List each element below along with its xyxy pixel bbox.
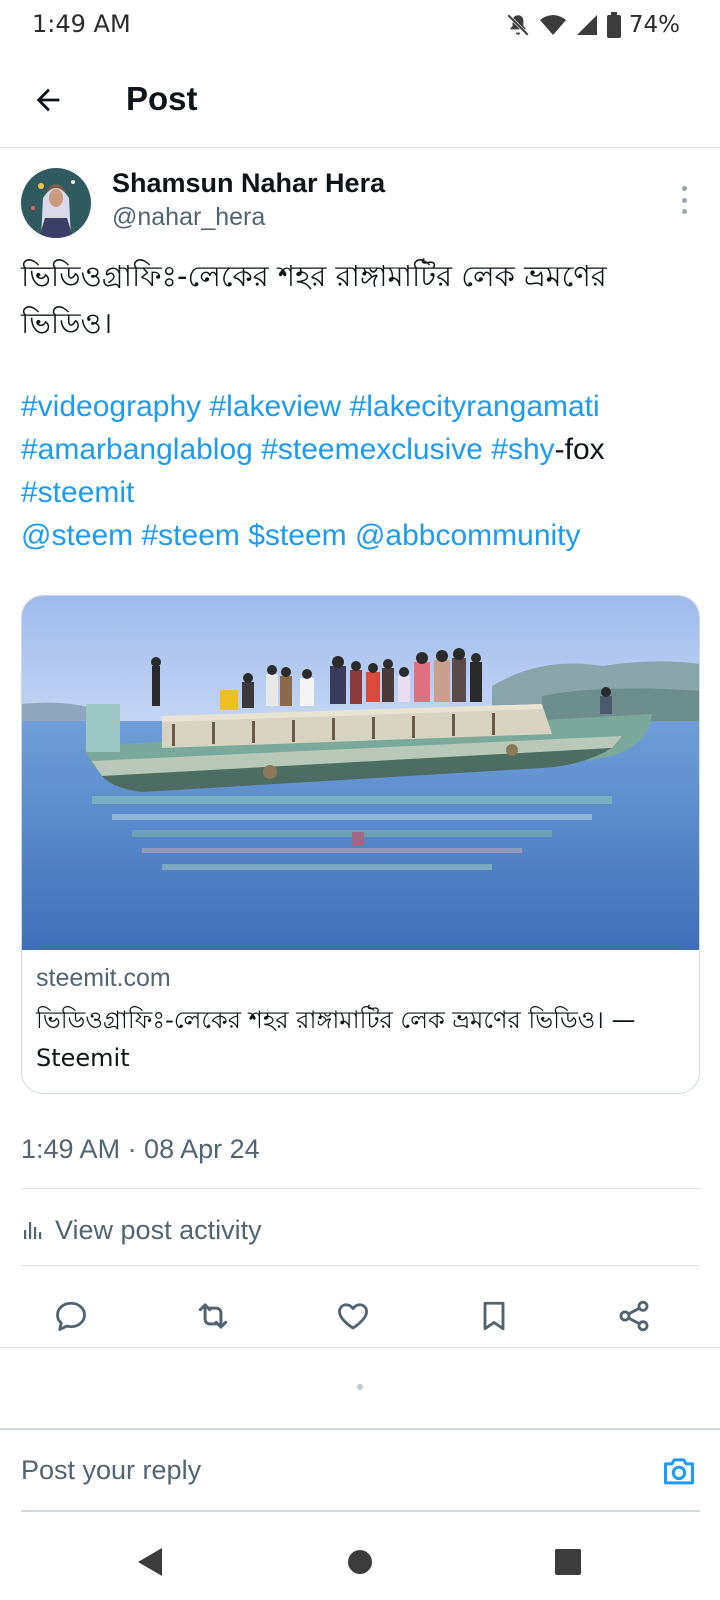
post-text-line: ভিডিও। <box>21 306 113 340</box>
cashtag-link[interactable]: $steem <box>248 519 346 552</box>
more-vertical-icon-dot <box>681 209 687 214</box>
hashtag-link[interactable]: #steemexclusive <box>261 433 483 466</box>
camera-icon <box>664 1458 694 1485</box>
bell-off-icon <box>505 12 531 38</box>
like-button[interactable] <box>323 1286 383 1346</box>
divider <box>21 1265 700 1266</box>
bookmark-button[interactable] <box>464 1286 524 1346</box>
hashtag-link[interactable]: #steem <box>142 519 240 552</box>
hashtag-suffix-text: -fox <box>554 433 605 466</box>
triangle-back-icon <box>138 1548 162 1576</box>
mention-link[interactable]: @abbcommunity <box>355 519 581 552</box>
reply-input-underline <box>21 1510 700 1512</box>
view-post-activity-link[interactable]: View post activity <box>21 1210 262 1250</box>
post-hashtags: #videography #lakeview #lakecityrangamat… <box>21 385 711 557</box>
hashtag-link[interactable]: #videography <box>21 390 201 423</box>
like-icon <box>338 1303 368 1330</box>
page-title: Post <box>126 80 198 117</box>
wifi-icon <box>539 13 567 37</box>
link-preview-image <box>22 596 699 950</box>
status-time: 1:49 AM <box>32 10 131 38</box>
status-icons: 74% <box>505 12 680 38</box>
square-recents-icon <box>555 1549 581 1575</box>
hashtag-link[interactable]: #lakecityrangamati <box>350 390 600 423</box>
cellular-signal-icon <box>575 13 599 37</box>
post-text: ভিডিওগ্রাফিঃ-লেকের শহর রাঙ্গামাটির লেক ভ… <box>21 253 701 347</box>
hashtag-link[interactable]: #amarbanglablog <box>21 433 253 466</box>
reply-composer <box>0 1428 720 1512</box>
repost-icon <box>198 1303 228 1329</box>
link-card-title: ভিডিওগ্রাফিঃ-লেকের শহর রাঙ্গামাটির লেক ভ… <box>36 1006 636 1072</box>
status-bar: 1:49 AM 74% <box>0 0 720 52</box>
post-timestamp: 1:49 AM · 08 Apr 24 <box>21 1134 260 1164</box>
more-vertical-icon-dot <box>681 197 687 203</box>
link-preview-card[interactable]: steemit.com ভিডিওগ্রাফিঃ-লেকের শহর রাঙ্গ… <box>21 595 700 1094</box>
nav-recents-button[interactable] <box>540 1534 596 1590</box>
share-button[interactable] <box>604 1286 664 1346</box>
circle-home-icon <box>348 1550 372 1574</box>
battery-percentage: 74% <box>628 12 680 38</box>
loading-indicator <box>357 1384 363 1390</box>
hashtag-link[interactable]: #lakeview <box>209 390 341 423</box>
link-card-domain: steemit.com <box>36 964 171 992</box>
more-options-button[interactable] <box>672 180 696 220</box>
reply-button[interactable] <box>41 1286 101 1346</box>
hashtag-link[interactable]: #shy <box>491 433 554 466</box>
hashtag-link[interactable]: #steemit <box>21 476 134 509</box>
nav-home-button[interactable] <box>332 1534 388 1590</box>
divider <box>0 1347 720 1348</box>
bookmark-icon <box>483 1301 505 1331</box>
avatar[interactable] <box>21 168 91 238</box>
nav-back-button[interactable] <box>122 1534 178 1590</box>
back-button[interactable] <box>22 74 74 126</box>
system-navigation-bar <box>0 1520 720 1600</box>
reply-input[interactable] <box>21 1446 641 1494</box>
post-action-bar <box>0 1276 720 1356</box>
view-post-activity-label: View post activity <box>55 1214 262 1245</box>
divider <box>21 1188 700 1189</box>
mention-link[interactable]: @steem <box>21 519 133 552</box>
share-icon <box>619 1300 649 1332</box>
more-vertical-icon-dot <box>681 186 687 191</box>
reply-icon <box>56 1301 86 1331</box>
arrow-left-icon <box>36 88 60 112</box>
camera-button[interactable] <box>656 1448 702 1494</box>
author-name[interactable]: Shamsun Nahar Hera <box>112 168 385 199</box>
post-text-line: ভিডিওগ্রাফিঃ-লেকের শহর রাঙ্গামাটির লেক ভ… <box>21 259 607 293</box>
battery-icon <box>606 12 621 38</box>
bar-chart-icon <box>24 1222 42 1239</box>
top-app-bar: Post <box>0 52 720 148</box>
repost-button[interactable] <box>183 1286 243 1346</box>
author-handle[interactable]: @nahar_hera <box>112 203 265 232</box>
